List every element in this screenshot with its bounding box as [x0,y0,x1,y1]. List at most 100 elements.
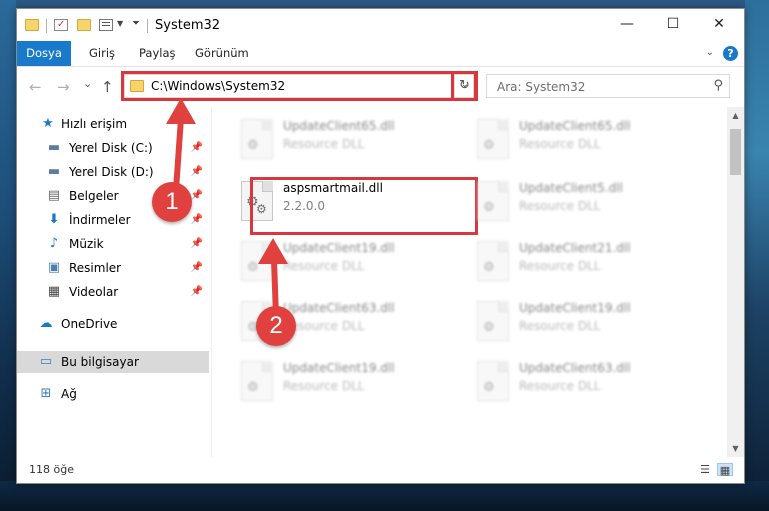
file-highlight-box [250,177,478,235]
sidebar-item-label: Yerel Disk (D:) [69,165,154,179]
list-item[interactable]: ⚙ UpdateClient5.dll Resource DLL [469,175,695,229]
computer-icon: ▭ [39,354,53,369]
divider [46,19,47,33]
new-folder-icon[interactable] [77,19,91,31]
sidebar-item-videos[interactable]: ▦ Videolar 📌 [17,281,209,303]
dll-file-icon: ⚙ [477,361,509,401]
file-name: UpdateClient63.dll [283,301,395,315]
sidebar-item-local-disk-c[interactable]: ▬ Yerel Disk (C:) 📌 [17,137,209,159]
file-name: UpdateClient21.dll [519,241,631,255]
file-name: UpdateClient65.dll [283,119,395,133]
navigation-bar: ← → ⌄ ↑ C:\Windows\System32 ⌄ ↻ Ara: Sys… [17,68,744,104]
address-highlight-box [121,71,477,101]
search-placeholder: Ara: System32 [497,80,586,94]
sidebar-item-label: İndirmeler [69,213,131,227]
file-name: UpdateClient19.dll [283,241,395,255]
list-item[interactable]: ⚙ UpdateClient65.dll Resource DLL [233,113,459,167]
dll-file-icon: ⚙ [241,361,273,401]
refresh-highlight-box [451,71,478,101]
scroll-up-icon[interactable]: ▲ [727,107,744,124]
sidebar-item-label: Videolar [69,285,119,299]
sidebar-item-quick-access[interactable]: ★ Hızlı erişim [17,113,209,135]
cloud-icon: ☁ [39,316,53,331]
list-item[interactable]: ⚙ UpdateClient19.dll Resource DLL [233,235,459,289]
customize-toolbar-icon[interactable]: ⏷ [132,18,140,29]
sidebar-item-music[interactable]: ♪ Müzik 📌 [17,233,209,255]
pin-icon[interactable]: 📌 [191,161,203,183]
dll-file-icon: ⚙ [477,181,509,221]
sidebar-item-onedrive[interactable]: ☁ OneDrive [17,313,209,335]
pin-icon[interactable]: 📌 [191,137,203,159]
pane-divider[interactable] [211,107,212,457]
scroll-down-icon[interactable]: ▼ [727,440,744,457]
network-icon: ⊞ [40,386,52,401]
file-name: UpdateClient63.dll [519,361,631,375]
drive-icon: ▬ [47,140,61,155]
music-icon: ♪ [49,236,59,251]
search-input[interactable]: Ara: System32 ⚲ [486,74,730,98]
sidebar-item-label: Yerel Disk (C:) [69,141,153,155]
sidebar-item-this-pc[interactable]: ▭ Bu bilgisayar [17,351,209,373]
divider [147,19,148,33]
list-item[interactable]: ⚙ UpdateClient19.dll Resource DLL [469,295,695,349]
download-icon: ⬇ [48,212,60,227]
tiles-view-icon[interactable]: ▦ [717,463,733,477]
file-name: UpdateClient65.dll [519,119,631,133]
file-name: UpdateClient19.dll [283,361,395,375]
file-description: Resource DLL [519,319,601,333]
sidebar-item-label: Ağ [61,387,77,401]
recent-locations-button[interactable]: ⌄ [83,77,92,90]
tab-share[interactable]: Paylaş [127,41,188,66]
folder-icon [25,19,39,31]
file-description: Resource DLL [519,379,601,393]
scrollbar-thumb[interactable] [730,129,741,175]
list-item[interactable]: ⚙ UpdateClient21.dll Resource DLL [469,235,695,289]
file-description: Resource DLL [283,137,365,151]
sidebar-item-label: OneDrive [61,317,118,331]
sidebar-item-label: Resimler [69,261,122,275]
list-item[interactable]: ⚙ UpdateClient19.dll Resource DLL [233,355,459,409]
pin-icon[interactable]: 📌 [191,233,203,255]
tab-view[interactable]: Görünüm [183,41,261,66]
search-icon[interactable]: ⚲ [713,78,723,93]
details-view-icon[interactable]: ☰ [697,463,713,476]
sidebar-item-local-disk-d[interactable]: ▬ Yerel Disk (D:) 📌 [17,161,209,183]
videos-icon: ▦ [47,284,61,299]
desktop-wallpaper-left [0,0,16,511]
file-list: ⚙ UpdateClient65.dll Resource DLL ⚙ Upda… [213,107,727,457]
close-button[interactable]: ✕ [696,9,742,39]
minimize-button[interactable]: — [604,9,650,39]
sidebar-item-network[interactable]: ⊞ Ağ [17,383,209,405]
file-description: Resource DLL [519,259,601,273]
dll-file-icon: ⚙ [241,119,273,159]
rename-icon[interactable] [99,19,113,31]
explorer-window: ✓ ▼ ⏷ System32 — ☐ ✕ Dosya Giriş Paylaş … [16,8,745,484]
pin-icon[interactable]: 📌 [191,185,203,207]
navigation-pane: ★ Hızlı erişim ▬ Yerel Disk (C:) 📌 ▬ Yer… [17,107,213,457]
pin-icon[interactable]: 📌 [191,209,203,231]
title-bar: ✓ ▼ ⏷ System32 — ☐ ✕ [17,9,744,41]
properties-icon[interactable]: ✓ [54,19,68,31]
step-badge-2: 2 [256,306,296,346]
desktop-wallpaper-right [745,0,769,511]
star-icon: ★ [42,116,54,131]
help-button[interactable]: ? [723,46,738,61]
sidebar-item-pictures[interactable]: ▣ Resimler 📌 [17,257,209,279]
desktop-wallpaper-bottom [0,481,769,511]
chevron-down-icon[interactable]: ▼ [117,19,123,28]
expand-ribbon-icon[interactable]: ⌄ [706,47,714,58]
list-item[interactable]: ⚙ UpdateClient63.dll Resource DLL [469,355,695,409]
sidebar-item-label: Belgeler [69,189,119,203]
pin-icon[interactable]: 📌 [191,281,203,303]
tab-file[interactable]: Dosya [17,41,71,66]
tab-home[interactable]: Giriş [77,41,127,66]
ribbon-tabs: Dosya Giriş Paylaş Görünüm ⌄ ? [17,41,744,67]
maximize-button[interactable]: ☐ [650,9,696,39]
vertical-scrollbar[interactable]: ▲ ▼ [727,107,744,457]
pin-icon[interactable]: 📌 [191,257,203,279]
up-button[interactable]: ↑ [101,78,114,96]
back-button[interactable]: ← [29,78,42,96]
list-item[interactable]: ⚙ UpdateClient65.dll Resource DLL [469,113,695,167]
pictures-icon: ▣ [47,260,61,275]
forward-button[interactable]: → [57,78,70,96]
